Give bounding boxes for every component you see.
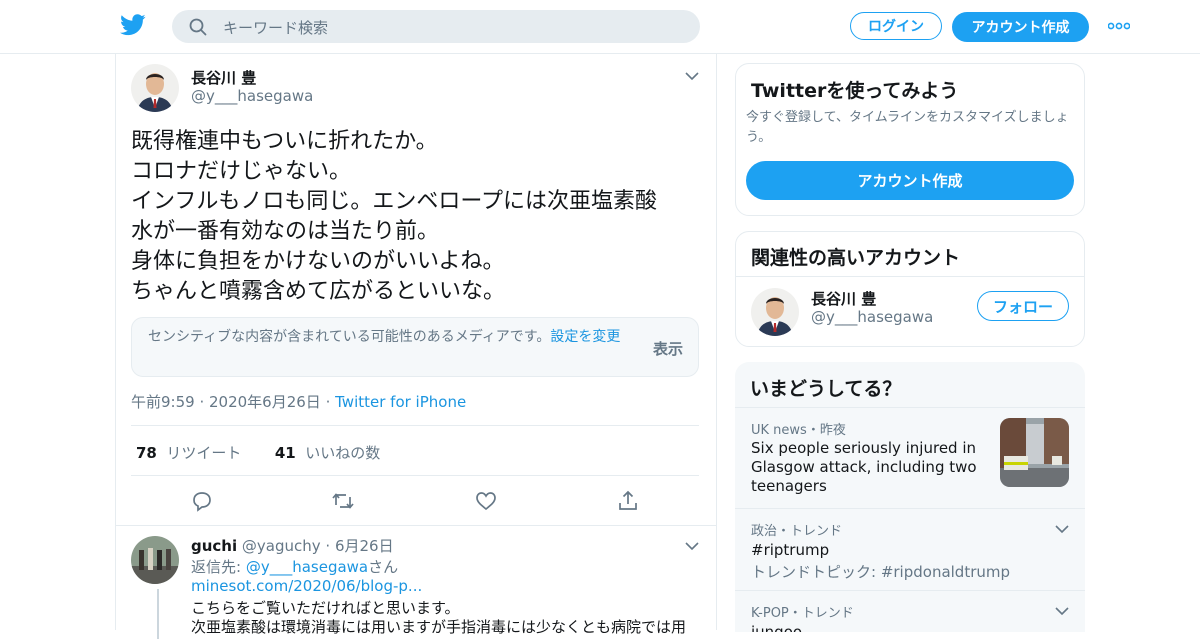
trend-title: Six people seriously injured in Glasgow …	[751, 439, 977, 495]
tweet-time[interactable]: 午前9:59	[131, 393, 195, 411]
retweet-count: 78	[136, 444, 157, 462]
signup-card-button[interactable]: アカウント作成	[746, 161, 1074, 200]
retweet-stat-label: リツイート	[166, 444, 242, 462]
trends-title: いまどうしてる？	[750, 378, 902, 400]
trend-thumbnail	[1000, 418, 1069, 487]
divider	[131, 425, 699, 426]
search-input[interactable]: キーワード検索	[223, 17, 328, 38]
chevron-down-icon[interactable]	[685, 542, 699, 551]
show-media-button[interactable]: 表示	[653, 338, 683, 359]
change-settings-link[interactable]: 設定を変更	[550, 329, 620, 345]
thread-line	[157, 589, 159, 639]
tweet-text-line: 身体に負担をかけないのがいいよね。	[131, 249, 505, 274]
chevron-down-icon[interactable]	[685, 72, 699, 81]
reply-header: guchi @yaguchy · 6月26日	[191, 537, 394, 555]
related-account-avatar[interactable]	[751, 288, 799, 336]
related-accounts-card: 関連性の高いアカウント 長谷川 豊 @y___hasegawa フォロー	[735, 231, 1085, 347]
related-account-name[interactable]: 長谷川 豊	[811, 288, 876, 309]
avatar-photo	[131, 536, 179, 584]
divider	[116, 525, 716, 526]
trend-subtitle: トレンドトピック: #ripdonaldtrump	[751, 563, 1011, 581]
reply-date[interactable]: 6月26日	[335, 537, 394, 555]
tweet-meta: 午前9:59 · 2020年6月26日 · Twitter for iPhone	[131, 393, 467, 411]
reply-to: 返信先: @y___hasegawaさん	[191, 556, 398, 577]
follow-button[interactable]: フォロー	[977, 291, 1069, 321]
tweet-text-line: 既得権連中もついに折れたか。	[131, 129, 438, 154]
tweet-text: 既得権連中もついに折れたか。 コロナだけじゃない。 インフルもノロも同じ。エンベ…	[131, 127, 706, 307]
chevron-down-icon[interactable]	[1055, 607, 1069, 616]
divider	[736, 276, 1084, 277]
main-tweet-column: 長谷川 豊 @y___hasegawa 既得権連中もついに折れたか。 コロナだけ…	[115, 53, 717, 639]
divider	[131, 475, 699, 476]
trend-title: #riptrump	[751, 541, 830, 559]
search-icon	[189, 18, 207, 36]
reply-author-name[interactable]: guchi	[191, 537, 237, 555]
tweet-text-line: インフルもノロも同じ。エンベロープには次亜塩素酸	[131, 189, 658, 214]
reply-link[interactable]: minesot.com/2020/06/blog-p...	[191, 577, 422, 595]
avatar-photo	[131, 64, 179, 112]
author-name[interactable]: 長谷川 豊	[191, 67, 256, 88]
share-icon[interactable]	[616, 489, 640, 513]
tweet-text-line: コロナだけじゃない。	[131, 159, 352, 184]
trend-context: K-POP・トレンド	[751, 606, 854, 621]
signup-card-title: Twitterを使ってみよう	[751, 80, 959, 102]
reply-to-suffix: さん	[368, 558, 399, 576]
trends-panel: いまどうしてる？ UK news・昨夜 Six people seriously…	[735, 362, 1085, 632]
author-avatar[interactable]	[131, 64, 179, 112]
news-photo	[1000, 418, 1069, 487]
like-icon[interactable]	[474, 489, 498, 513]
sensitive-notice-text: センシティブな内容が含まれている可能性のあるメディアです。設定を変更	[148, 328, 638, 347]
tweet-stats: 78 リツイート 41 いいねの数	[136, 442, 380, 463]
avatar-photo	[751, 288, 799, 336]
tweet-source[interactable]: Twitter for iPhone	[335, 393, 466, 411]
tweet-text-line: 水が一番有効なのは当たり前。	[131, 219, 440, 244]
trend-context: 政治・トレンド	[751, 524, 843, 539]
more-icon[interactable]	[1108, 22, 1130, 30]
author-handle[interactable]: @y___hasegawa	[191, 87, 313, 105]
reply-to-handle[interactable]: @y___hasegawa	[246, 558, 368, 576]
retweet-stat[interactable]: 78 リツイート	[136, 444, 241, 462]
reply-to-prefix: 返信先:	[191, 558, 246, 576]
tweet-text-line: ちゃんと噴霧含めて広がるといいな。	[131, 279, 506, 304]
like-stat[interactable]: 41 いいねの数	[275, 444, 380, 462]
search-box[interactable]: キーワード検索	[172, 10, 700, 43]
trend-item[interactable]: 政治・トレンド #riptrump トレンドトピック: #ripdonaldtr…	[735, 508, 1085, 591]
related-card-title: 関連性の高いアカウント	[751, 247, 961, 269]
retweet-icon[interactable]	[331, 489, 355, 513]
top-bar: キーワード検索 ログイン アカウント作成	[0, 0, 1200, 54]
twitter-bird-icon[interactable]	[120, 14, 146, 36]
reply-icon[interactable]	[190, 489, 214, 513]
reply-text: こちらをご覧いただければと思います。	[191, 599, 460, 617]
tweet-date[interactable]: 2020年6月26日	[209, 393, 321, 411]
login-button[interactable]: ログイン	[850, 12, 942, 40]
trend-item[interactable]: UK news・昨夜 Six people seriously injured …	[735, 407, 1085, 508]
trend-title: jungoo	[751, 623, 803, 632]
like-count: 41	[274, 444, 296, 462]
sensitive-media-notice: センシティブな内容が含まれている可能性のあるメディアです。設定を変更 表示	[131, 317, 699, 377]
related-account-handle[interactable]: @y___hasegawa	[811, 308, 933, 326]
trend-item[interactable]: K-POP・トレンド jungoo	[735, 590, 1085, 632]
reply-author-handle[interactable]: @yaguchy	[242, 537, 321, 555]
reply-text: 次亜塩素酸は環境消毒には用いますが手指消毒には少なくとも病院では用	[191, 618, 687, 636]
signup-button[interactable]: アカウント作成	[952, 12, 1089, 42]
signup-card-subtitle: 今すぐ登録して、タイムラインをカスタマイズしましょう。	[746, 110, 1069, 145]
trend-context: UK news・昨夜	[751, 423, 846, 438]
reply-author-avatar[interactable]	[131, 536, 179, 584]
signup-card: Twitterを使ってみよう 今すぐ登録して、タイムラインをカスタマイズしましょ…	[735, 63, 1085, 216]
chevron-down-icon[interactable]	[1055, 525, 1069, 534]
like-stat-label: いいねの数	[305, 444, 381, 462]
sensitive-notice-label: センシティブな内容が含まれている可能性のあるメディアです。	[148, 329, 551, 345]
